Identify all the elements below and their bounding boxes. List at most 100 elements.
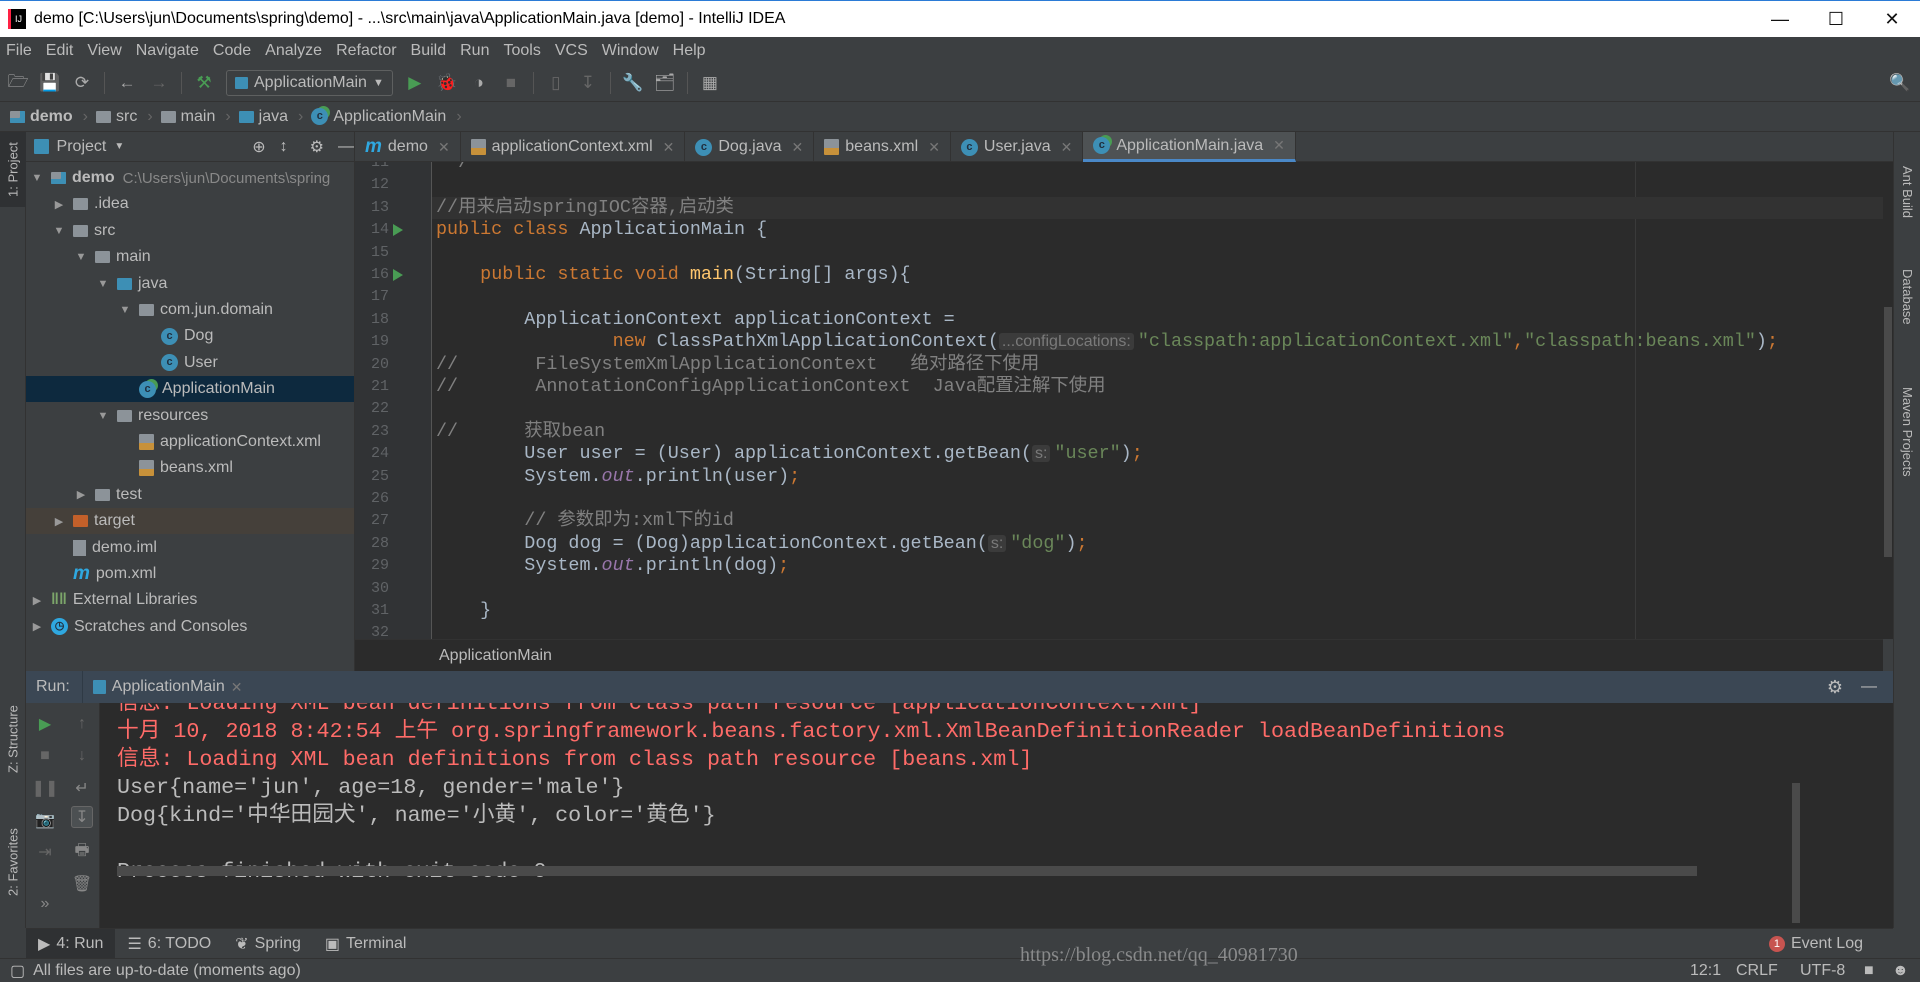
tree-item[interactable]: ▼ java — [26, 271, 354, 297]
run-gutter-icon[interactable] — [393, 224, 403, 237]
close-tab-icon[interactable]: ✕ — [663, 139, 675, 156]
menu-analyze[interactable]: Analyze — [265, 42, 322, 60]
event-log-button[interactable]: 1 Event Log — [1768, 935, 1863, 953]
tool-tab-project[interactable]: 1: Project — [0, 132, 26, 207]
minimize-panel-icon[interactable]: — — [1861, 678, 1877, 696]
chevron-down-icon[interactable]: ▼ — [95, 410, 111, 422]
tree-item[interactable]: ▼ com.jun.domain — [26, 297, 354, 323]
tree-item[interactable]: m pom.xml — [26, 561, 354, 587]
debug-bug-icon[interactable]: 🐞 — [436, 73, 457, 93]
breadcrumb-item[interactable]: src — [96, 108, 137, 126]
camera-dump-icon[interactable]: 📷 — [34, 809, 56, 831]
run-tab[interactable]: ApplicationMain ✕ — [81, 671, 253, 703]
tree-item[interactable]: ▼ resources — [26, 403, 354, 429]
run-coverage-icon[interactable]: ◑ — [469, 73, 489, 93]
run-configuration-select[interactable]: ApplicationMain ▼ — [226, 70, 393, 96]
up-arrow-icon[interactable]: ↑ — [71, 713, 93, 735]
chevron-right-icon[interactable]: ▶ — [29, 594, 45, 607]
caret-position[interactable]: 12:1 — [1690, 962, 1721, 980]
menu-tools[interactable]: Tools — [503, 42, 540, 60]
menu-code[interactable]: Code — [213, 42, 251, 60]
menu-help[interactable]: Help — [673, 42, 706, 60]
menu-vcs[interactable]: VCS — [555, 42, 588, 60]
chevron-down-icon[interactable]: ▼ — [114, 141, 124, 152]
lock-icon[interactable]: ■ — [1864, 962, 1874, 980]
print-icon[interactable]: 🖶 — [71, 841, 93, 863]
scrollbar-thumb[interactable] — [1884, 307, 1892, 557]
bottom-tab-todo[interactable]: ☰ 6: TODO — [115, 929, 223, 959]
close-tab-icon[interactable]: ✕ — [231, 679, 243, 696]
tool-tab-maven-projects[interactable]: Maven Projects — [1894, 367, 1920, 497]
clear-trash-icon[interactable]: 🗑 — [71, 873, 93, 895]
search-icon[interactable]: 🔍 — [1889, 73, 1910, 93]
tab-dog-java[interactable]: c Dog.java ✕ — [685, 132, 815, 162]
chevron-right-icon[interactable]: ▶ — [51, 198, 67, 211]
chevron-down-icon[interactable]: ▼ — [95, 278, 111, 290]
close-tab-icon[interactable]: ✕ — [438, 139, 450, 156]
project-view-select[interactable]: Project — [57, 138, 107, 156]
bottom-tab-terminal[interactable]: ▣ Terminal — [313, 929, 419, 959]
close-tab-icon[interactable]: ✕ — [1273, 137, 1285, 154]
close-button[interactable]: ✕ — [1864, 1, 1920, 37]
stop-icon[interactable]: ■ — [34, 745, 56, 767]
menu-view[interactable]: View — [87, 42, 121, 60]
tab-applicationcontext-xml[interactable]: applicationContext.xml ✕ — [461, 132, 686, 162]
tool-tab-database[interactable]: Database — [1894, 252, 1920, 342]
code-editor[interactable]: 11 12 13 14 15 16 17 18 19 20 21 22 23 24 25 26 27 28 29 30… — [355, 162, 1883, 639]
save-icon[interactable]: 💾 — [39, 73, 60, 93]
console-vertical-scrollbar[interactable] — [1792, 783, 1800, 923]
bottom-tab-run[interactable]: ▶ 4: Run — [26, 928, 116, 959]
menu-navigate[interactable]: Navigate — [136, 42, 199, 60]
menu-file[interactable]: File — [6, 42, 32, 60]
tree-item[interactable]: ▶ .idea — [26, 191, 354, 217]
tree-item[interactable]: ▼ src — [26, 218, 354, 244]
tree-item[interactable]: ▼ demo C:\Users\jun\Documents\spring — [26, 165, 354, 191]
menu-refactor[interactable]: Refactor — [336, 42, 396, 60]
line-separator-select[interactable]: CRLF — [1736, 962, 1778, 980]
encoding-select[interactable]: UTF-8 — [1800, 962, 1845, 980]
rerun-icon[interactable]: ▶ — [34, 713, 56, 735]
editor-breadcrumb-item[interactable]: ApplicationMain — [439, 647, 552, 665]
scroll-to-end-icon[interactable]: ↧ — [71, 806, 93, 828]
pause-icon[interactable]: ❚❚ — [32, 777, 59, 799]
chevron-right-icon[interactable]: ▶ — [51, 515, 67, 528]
console-output[interactable]: 信息: Loading XML bean definitions from cl… — [100, 703, 1893, 928]
down-arrow-icon[interactable]: ↓ — [71, 745, 93, 767]
tab-beans-xml[interactable]: beans.xml ✕ — [814, 132, 951, 162]
chevron-down-icon[interactable]: ▼ — [117, 304, 133, 316]
attach-debugger-icon[interactable]: ▯ — [546, 73, 566, 93]
tool-tab-ant-build[interactable]: Ant Build — [1894, 142, 1920, 242]
tab-applicationmain-java[interactable]: c ApplicationMain.java ✕ — [1083, 132, 1296, 162]
breadcrumb-item[interactable]: java — [238, 108, 288, 126]
menu-build[interactable]: Build — [411, 42, 447, 60]
sdk-manager-icon[interactable]: ▦ — [700, 73, 720, 93]
tree-item[interactable]: applicationContext.xml — [26, 429, 354, 455]
tree-item[interactable]: ▼ main — [26, 244, 354, 270]
status-toggle-icon[interactable]: ▢ — [10, 961, 25, 981]
tree-item[interactable]: c Dog — [26, 323, 354, 349]
sync-icon[interactable]: ⟳ — [72, 73, 92, 93]
tree-item[interactable]: c User — [26, 350, 354, 376]
open-folder-icon[interactable]: 🗁 — [7, 72, 28, 93]
gear-icon[interactable]: ⚙ — [1827, 677, 1843, 698]
minimize-button[interactable]: — — [1752, 1, 1808, 37]
breadcrumb-item[interactable]: c ApplicationMain — [311, 108, 446, 126]
minimize-panel-icon[interactable]: — — [338, 138, 354, 156]
chevron-down-icon[interactable]: ▼ — [51, 225, 67, 237]
build-hammer-icon[interactable]: ⚒ — [194, 73, 214, 93]
back-icon[interactable]: ← — [117, 73, 137, 93]
tree-item[interactable]: ▶ target — [26, 508, 354, 535]
tab-user-java[interactable]: c User.java ✕ — [951, 132, 1084, 162]
project-structure-icon[interactable]: 🗂 — [654, 73, 676, 93]
tab-demo[interactable]: m demo ✕ — [355, 132, 461, 162]
soft-wrap-icon[interactable]: ↵ — [71, 777, 93, 799]
forward-icon[interactable]: → — [149, 73, 169, 93]
editor-gutter[interactable]: 11 12 13 14 15 16 17 18 19 20 21 22 23 24 25 26 27 28 29 30… — [355, 162, 432, 639]
locate-icon[interactable]: ⊕ — [252, 137, 265, 157]
maximize-button[interactable]: ☐ — [1808, 1, 1864, 37]
tool-tab-structure[interactable]: Z: Structure — [0, 677, 26, 802]
editor-scrollbar[interactable] — [1883, 162, 1893, 639]
close-tab-icon[interactable]: ✕ — [1061, 139, 1073, 156]
tree-item[interactable]: c ApplicationMain — [26, 376, 354, 403]
more-icon[interactable]: » — [34, 893, 56, 915]
